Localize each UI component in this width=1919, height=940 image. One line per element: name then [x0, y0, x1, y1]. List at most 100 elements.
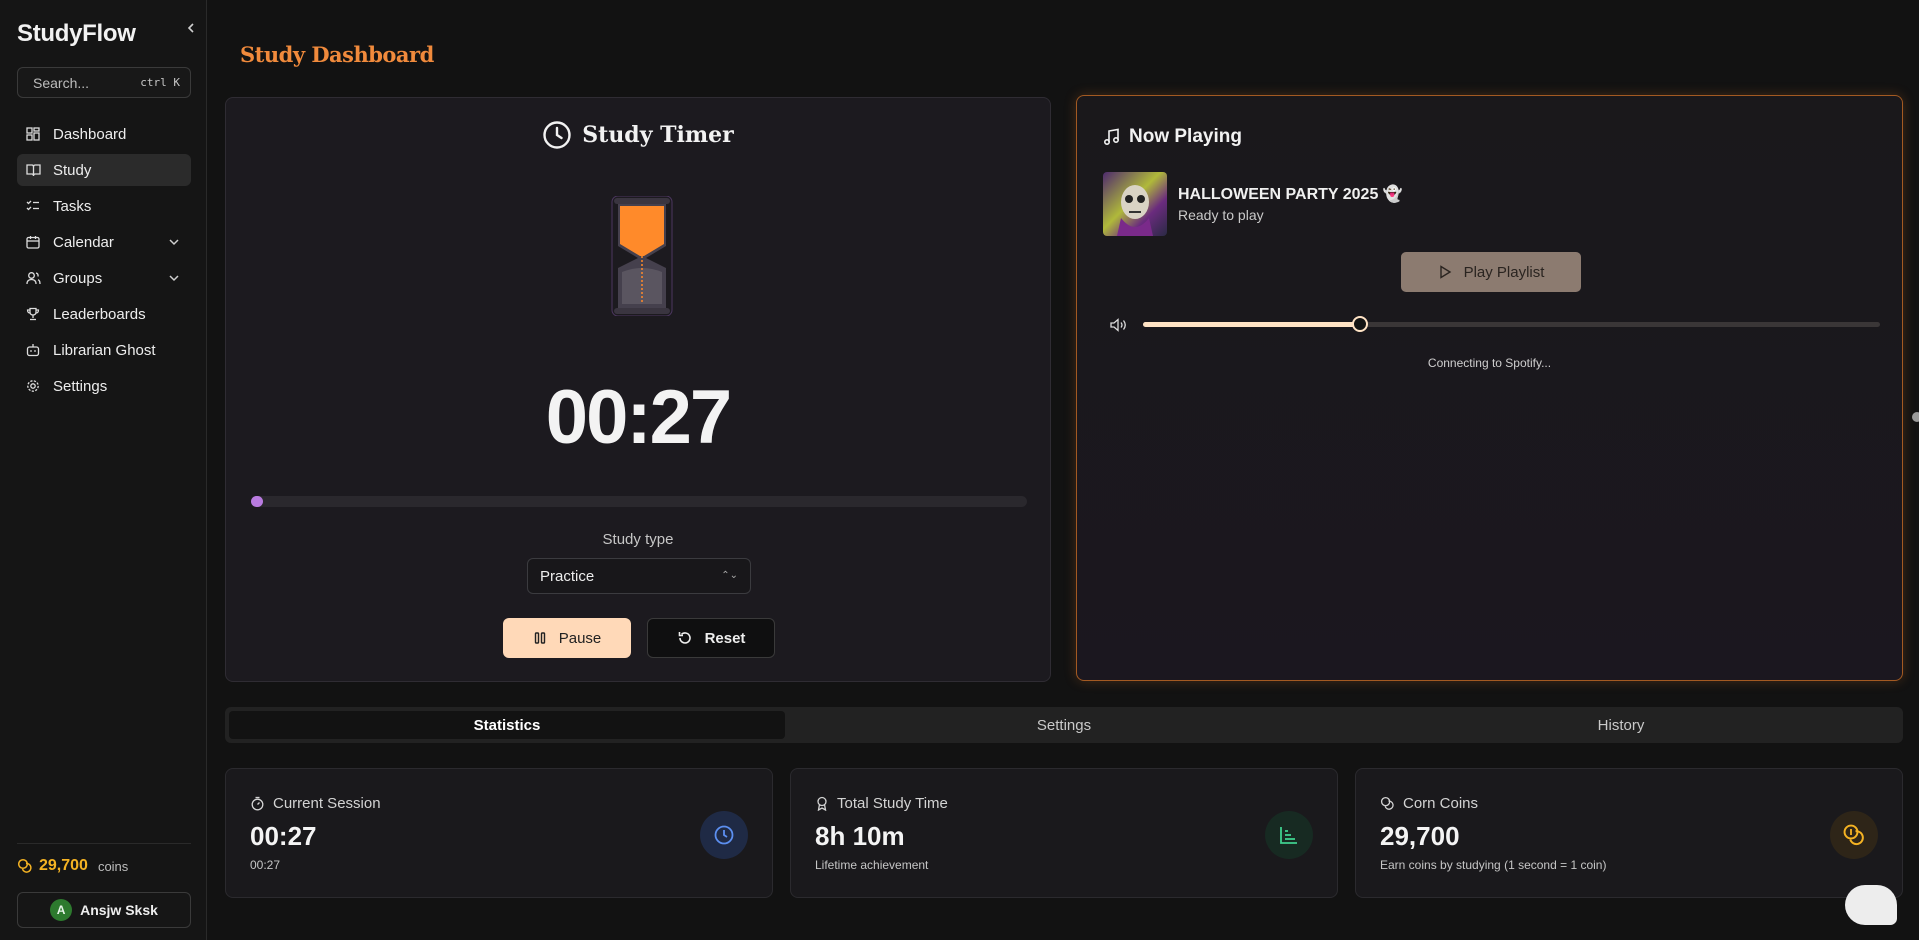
- sidebar-item-label: Calendar: [53, 233, 114, 251]
- stat-header: Current Session: [250, 795, 381, 812]
- connecting-status: Connecting to Spotify...: [1427, 356, 1552, 370]
- tab-settings[interactable]: Settings: [786, 711, 1342, 739]
- trophy-icon: [25, 306, 41, 322]
- collapse-sidebar-button[interactable]: [182, 20, 200, 38]
- player-title: Now Playing: [1129, 126, 1242, 147]
- track-name: HALLOWEEN PARTY 2025 👻: [1178, 186, 1403, 203]
- hourglass-icon: [611, 196, 673, 316]
- list-checks-icon: [25, 198, 41, 214]
- tab-statistics[interactable]: Statistics: [229, 711, 785, 739]
- stat-title: Current Session: [273, 795, 381, 812]
- sidebar-item-label: Leaderboards: [53, 305, 146, 323]
- scroll-handle[interactable]: [1912, 412, 1919, 422]
- brand-logo[interactable]: StudyFlow: [17, 20, 136, 48]
- stat-value: 00:27: [250, 821, 317, 851]
- sidebar-item-librarian-ghost[interactable]: Librarian Ghost: [17, 334, 191, 366]
- stat-subtext: Lifetime achievement: [815, 858, 929, 872]
- study-type-select[interactable]: Practice ⌃⌄: [527, 558, 751, 594]
- calendar-icon: [25, 234, 41, 250]
- gear-icon: [25, 378, 41, 394]
- sidebar: StudyFlow Search... ctrl K Dashboard Stu…: [0, 0, 207, 940]
- user-name: Ansjw Sksk: [80, 902, 158, 918]
- users-icon: [25, 270, 41, 286]
- now-playing-card: Now Playing HALLOWEEN PARTY 2025 👻 Ready…: [1076, 95, 1903, 681]
- study-timer-card: Study Timer 00:27 Study type Practice ⌃⌄…: [225, 97, 1051, 682]
- study-type-value: Practice: [540, 568, 595, 585]
- sidebar-nav: Dashboard Study Tasks Calendar Groups Le…: [17, 118, 191, 406]
- chevron-up-down-icon: ⌃⌄: [721, 570, 738, 581]
- timer-progress-fill: [251, 496, 263, 507]
- stat-header: Total Study Time: [815, 795, 948, 812]
- volume-icon[interactable]: [1110, 318, 1128, 332]
- sidebar-item-groups[interactable]: Groups: [17, 262, 191, 294]
- reset-button[interactable]: Reset: [647, 618, 775, 658]
- play-playlist-label: Play Playlist: [1463, 263, 1545, 281]
- search-placeholder: Search...: [33, 75, 90, 91]
- chevron-down-icon: [169, 239, 179, 246]
- stat-title: Corn Coins: [1403, 795, 1479, 812]
- bar-chart-icon: [1265, 811, 1313, 859]
- coins-balance: 29,700 coins: [17, 857, 128, 875]
- sidebar-item-dashboard[interactable]: Dashboard: [17, 118, 191, 150]
- timer-progress-bar: [251, 496, 1027, 507]
- stat-value: 29,700: [1380, 821, 1460, 851]
- tab-history[interactable]: History: [1343, 711, 1899, 739]
- stats-tabs: Statistics Settings History: [225, 707, 1903, 743]
- coins-icon: [17, 858, 32, 873]
- ghost-assistant-button[interactable]: [1845, 885, 1897, 925]
- search-input[interactable]: Search... ctrl K: [17, 67, 191, 98]
- pause-label: Pause: [558, 629, 602, 647]
- play-playlist-button[interactable]: Play Playlist: [1401, 252, 1581, 292]
- current-session-card: Current Session 00:27 00:27: [225, 768, 773, 898]
- stat-title: Total Study Time: [837, 795, 948, 812]
- search-shortcut: ctrl K: [140, 76, 180, 89]
- player-header: Now Playing: [1103, 126, 1242, 148]
- reset-label: Reset: [704, 629, 746, 647]
- coins-icon: [1830, 811, 1878, 859]
- sidebar-item-label: Study: [53, 161, 92, 179]
- sidebar-item-calendar[interactable]: Calendar: [17, 226, 191, 258]
- sidebar-item-label: Dashboard: [53, 125, 127, 143]
- sidebar-item-label: Groups: [53, 269, 103, 287]
- coins-value: 29,700: [39, 857, 88, 874]
- pause-button[interactable]: Pause: [503, 618, 631, 658]
- dashboard-icon: [25, 126, 41, 142]
- sidebar-item-label: Librarian Ghost: [53, 341, 156, 359]
- book-icon: [25, 162, 41, 178]
- sidebar-item-study[interactable]: Study: [17, 154, 191, 186]
- corn-coins-card: Corn Coins 29,700 Earn coins by studying…: [1355, 768, 1903, 898]
- stat-header: Corn Coins: [1380, 795, 1478, 812]
- bot-icon: [25, 342, 41, 358]
- music-icon: [1103, 128, 1120, 146]
- sidebar-item-settings[interactable]: Settings: [17, 370, 191, 402]
- stat-subtext: 00:27: [250, 858, 281, 872]
- clock-icon: [700, 811, 748, 859]
- pause-icon: [534, 632, 545, 644]
- sidebar-item-leaderboards[interactable]: Leaderboards: [17, 298, 191, 330]
- volume-handle[interactable]: [1352, 316, 1369, 332]
- volume-slider[interactable]: [1143, 316, 1880, 332]
- timer-icon: [251, 796, 264, 811]
- timer-display: 00:27: [545, 375, 732, 460]
- app-root: StudyFlow Search... ctrl K Dashboard Stu…: [0, 0, 1919, 940]
- stat-value: 8h 10m: [815, 821, 905, 851]
- sidebar-item-label: Settings: [53, 377, 108, 395]
- study-type-label: Study type: [602, 531, 674, 548]
- track-status: Ready to play: [1178, 207, 1264, 223]
- user-menu-button[interactable]: A Ansjw Sksk: [17, 892, 191, 928]
- chevron-down-icon: [169, 275, 179, 282]
- album-art: [1103, 172, 1167, 236]
- chevron-left-icon: [187, 23, 194, 33]
- coins-icon: [1380, 796, 1394, 810]
- timer-title: Study Timer: [582, 122, 734, 148]
- total-study-time-card: Total Study Time 8h 10m Lifetime achieve…: [790, 768, 1338, 898]
- sidebar-item-tasks[interactable]: Tasks: [17, 190, 191, 222]
- stat-subtext: Earn coins by studying (1 second = 1 coi…: [1380, 858, 1607, 872]
- coins-unit: coins: [97, 858, 129, 874]
- play-icon: [1439, 265, 1451, 279]
- avatar: A: [50, 899, 73, 921]
- sidebar-item-label: Tasks: [53, 197, 92, 215]
- timer-header: Study Timer: [226, 120, 1050, 150]
- volume-fill: [1143, 322, 1361, 327]
- sidebar-divider: [17, 843, 191, 844]
